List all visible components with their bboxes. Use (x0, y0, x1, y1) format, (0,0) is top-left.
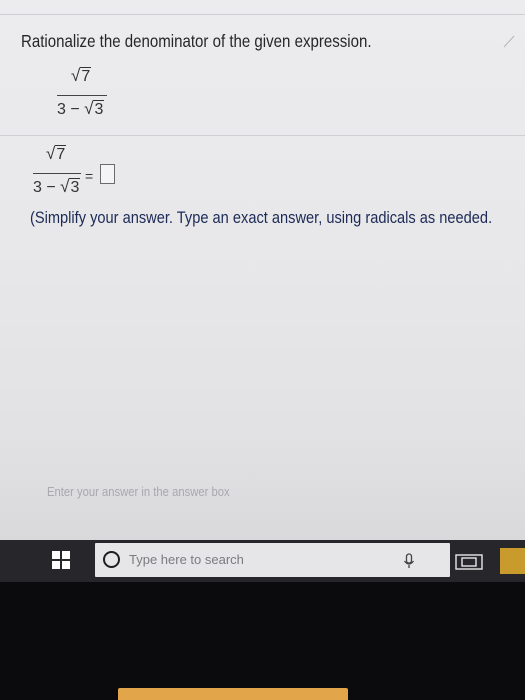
microphone-icon[interactable] (403, 553, 415, 569)
numerator-radicand: 7 (55, 145, 67, 163)
pencil-icon[interactable] (502, 34, 516, 48)
bezel-reflection (118, 688, 348, 700)
denominator-prefix: 3 − (33, 179, 61, 196)
expression-numerator: √7 (46, 144, 67, 164)
file-explorer-icon[interactable] (500, 548, 525, 574)
answer-hint: Enter your answer in the answer box (47, 485, 230, 499)
denominator-prefix: 3 − (57, 101, 85, 118)
top-divider (0, 14, 525, 15)
radical-sign: √ (71, 66, 81, 85)
search-placeholder: Type here to search (129, 552, 244, 567)
task-view-icon[interactable] (454, 552, 484, 572)
question-panel: Rationalize the denominator of the given… (0, 0, 525, 540)
section-divider (0, 135, 525, 136)
equals-sign: = (85, 168, 94, 184)
denominator-radicand: 3 (93, 100, 105, 118)
answer-input-box[interactable] (100, 164, 115, 184)
answer-expression: √7 3 − √3 (33, 140, 93, 202)
fraction-bar (33, 173, 81, 174)
given-expression: √7 3 − √3 (57, 62, 117, 124)
numerator-radicand: 7 (80, 67, 92, 85)
fraction-bar (57, 95, 107, 96)
cortana-icon[interactable] (103, 551, 120, 568)
question-prompt: Rationalize the denominator of the given… (21, 31, 372, 51)
expression-denominator: 3 − √3 (33, 177, 81, 197)
answer-instruction: (Simplify your answer. Type an exact ans… (30, 208, 493, 227)
radical-sign: √ (46, 144, 56, 163)
windows-start-icon[interactable] (51, 550, 71, 570)
denominator-radicand: 3 (69, 178, 81, 196)
expression-numerator: √7 (71, 66, 92, 86)
expression-denominator: 3 − √3 (57, 99, 105, 119)
